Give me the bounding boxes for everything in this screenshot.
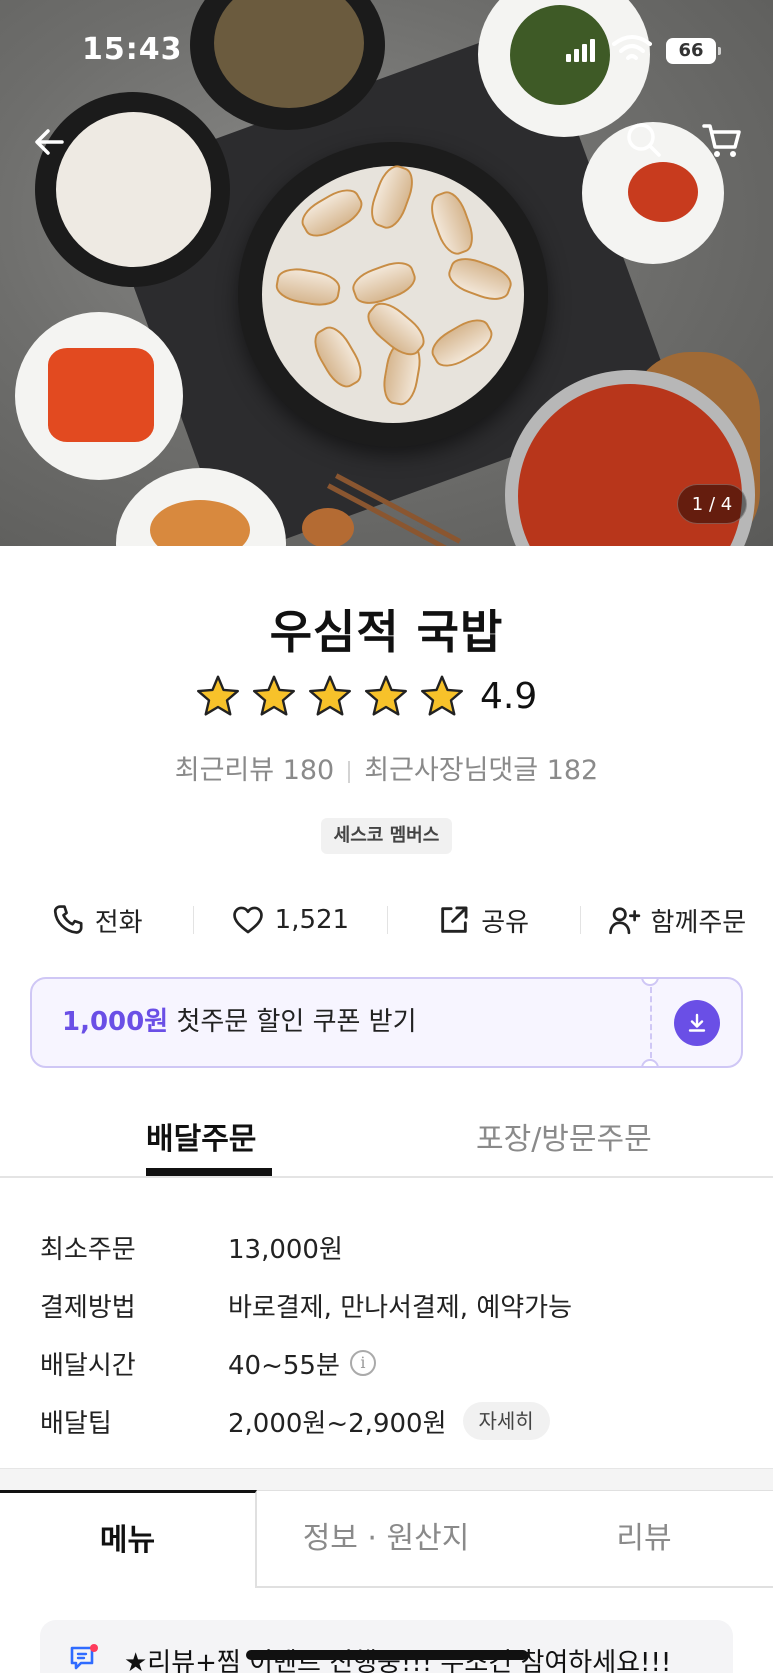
store-notice[interactable]: ★리뷰+찜 이벤트 진행중!!! 무조건 참여하세요!!!: [40, 1620, 733, 1673]
battery-indicator: 66: [666, 38, 721, 64]
rating-score: 4.9: [480, 675, 538, 717]
content-tabs: 메뉴 정보 · 원산지 리뷰: [0, 1490, 773, 1588]
dish: [48, 348, 154, 442]
arrow-left-icon: [35, 129, 64, 155]
coupon-notch: [641, 979, 659, 986]
image-counter: 1 / 4: [677, 484, 747, 524]
store-actions: 전화 1,521 공유 함께주문: [0, 892, 773, 948]
spoon: [302, 508, 354, 546]
member-badge: 세스코 멤버스: [321, 818, 452, 854]
call-label: 전화: [94, 907, 143, 938]
cart-button[interactable]: [698, 116, 746, 164]
coupon-download-button[interactable]: [674, 1000, 720, 1046]
info-icon[interactable]: i: [349, 1350, 376, 1376]
section-divider: [0, 1468, 773, 1492]
share-button[interactable]: 공유: [386, 892, 580, 948]
delivery-time-label: 배달시간: [40, 1350, 136, 1381]
back-button[interactable]: [26, 118, 74, 166]
star-icon: [253, 675, 295, 716]
group-order-button[interactable]: 함께주문: [579, 892, 773, 948]
active-tab-indicator: [146, 1168, 272, 1176]
delivery-time-value: 40~55분: [228, 1350, 340, 1381]
review-counts[interactable]: 최근리뷰 180 최근사장님댓글 182: [0, 748, 773, 787]
star-icon: [421, 675, 463, 716]
first-order-coupon[interactable]: 1,000원 첫주문 할인 쿠폰 받기: [30, 977, 743, 1068]
coupon-notch: [641, 1059, 659, 1066]
tab-pickup[interactable]: 포장/방문주문: [476, 1114, 652, 1158]
wifi-icon: [612, 35, 652, 60]
delivery-time-wrap: 40~55분 i: [228, 1345, 376, 1382]
share-icon: [441, 906, 468, 933]
like-button[interactable]: 1,521: [193, 892, 386, 948]
star-icon: [309, 675, 351, 716]
tip-detail-button[interactable]: 자세히: [462, 1402, 550, 1440]
call-button[interactable]: 전화: [0, 892, 193, 948]
store-name: 우심적 국밥: [269, 605, 504, 659]
like-count: 1,521: [274, 905, 350, 935]
min-order-label: 최소주문: [40, 1234, 136, 1265]
coupon-amount: 1,000원: [62, 1007, 169, 1037]
order-type-tabs: 배달주문 포장/방문주문: [0, 1100, 773, 1178]
coupon-text: 1,000원 첫주문 할인 쿠폰 받기: [62, 979, 417, 1066]
phone-icon: [53, 905, 83, 934]
star-icon: [365, 675, 407, 716]
payment-label: 결제방법: [40, 1292, 136, 1323]
tab-delivery[interactable]: 배달주문: [146, 1114, 256, 1158]
search-button[interactable]: [620, 116, 668, 164]
divider: [348, 760, 351, 783]
cart-icon: [702, 124, 741, 157]
add-user-icon: [608, 907, 640, 935]
recent-reviews-count[interactable]: 최근리뷰 180: [175, 755, 334, 786]
payment-value: 바로결제, 만나서결제, 예약가능: [228, 1292, 573, 1323]
group-order-label: 함께주문: [650, 907, 747, 938]
coupon-label: 첫주문 할인 쿠폰 받기: [176, 1007, 417, 1037]
coupon-divider: [650, 987, 652, 1058]
tab-review[interactable]: 리뷰: [515, 1490, 773, 1588]
tab-menu[interactable]: 메뉴: [0, 1490, 257, 1588]
heart-icon: [232, 906, 263, 934]
status-bar: 15:43 66: [0, 0, 773, 100]
delivery-tip-row: 배달팁 2,000원~2,900원 자세히: [40, 1392, 740, 1450]
share-label: 공유: [481, 907, 530, 938]
rating[interactable]: 4.9: [196, 674, 537, 718]
min-order-row: 최소주문 13,000원: [40, 1218, 740, 1276]
payment-row: 결제방법 바로결제, 만나서결제, 예약가능: [40, 1276, 740, 1334]
delivery-tip-label: 배달팁: [40, 1408, 112, 1439]
delivery-tip-wrap: 2,000원~2,900원 자세히: [228, 1402, 550, 1440]
download-icon: [688, 1013, 706, 1032]
dish: [628, 162, 698, 222]
search-icon: [627, 123, 661, 157]
cellular-signal-icon: [566, 38, 596, 62]
notice-icon: [70, 1644, 98, 1670]
tab-info-origin[interactable]: 정보 · 원산지: [257, 1490, 515, 1588]
delivery-info: 최소주문 13,000원 결제방법 바로결제, 만나서결제, 예약가능 배달시간…: [40, 1218, 740, 1450]
owner-replies-count[interactable]: 최근사장님댓글 182: [364, 755, 598, 786]
dish: [56, 112, 211, 267]
min-order-value: 13,000원: [228, 1234, 343, 1265]
star-icon: [197, 675, 239, 716]
delivery-tip-value: 2,000원~2,900원: [228, 1408, 447, 1439]
status-time: 15:43: [82, 32, 183, 67]
delivery-time-row: 배달시간 40~55분 i: [40, 1334, 740, 1392]
home-indicator: [246, 1650, 528, 1660]
